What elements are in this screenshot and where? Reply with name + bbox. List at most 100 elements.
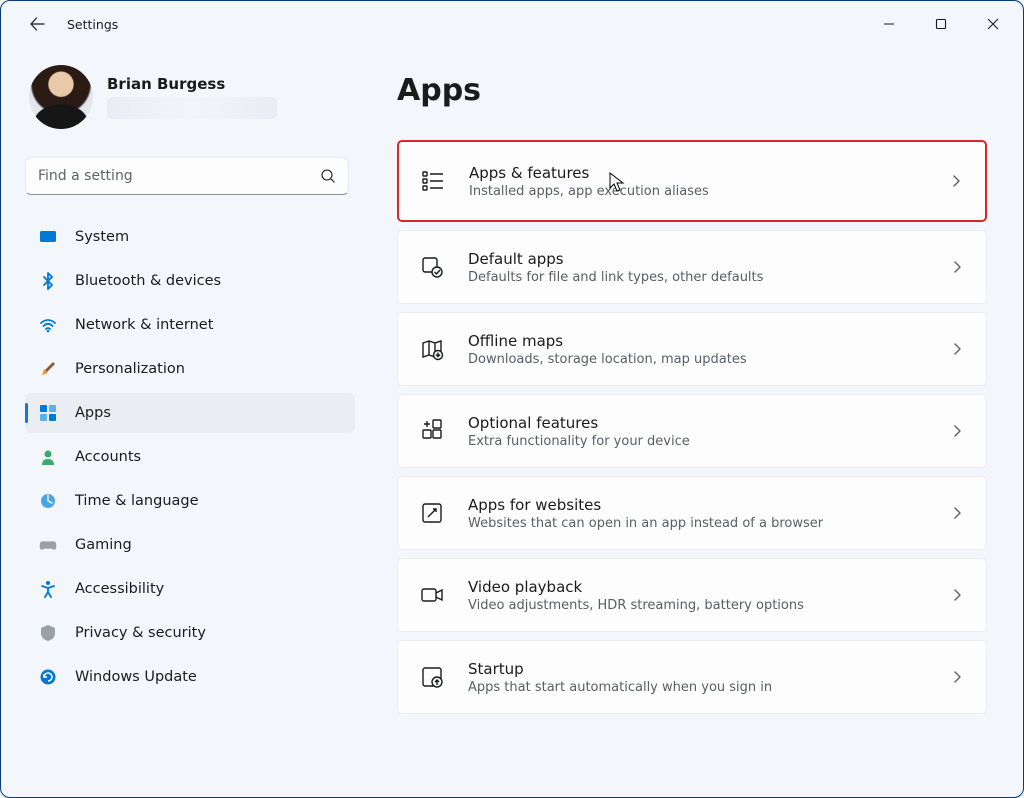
nav-item-time-language[interactable]: Time & language	[25, 481, 355, 521]
nav: System Bluetooth & devices Network & int…	[25, 217, 355, 697]
profile-block[interactable]: Brian Burgess	[25, 65, 349, 129]
chevron-right-icon	[950, 506, 964, 520]
card-sub: Defaults for file and link types, other …	[468, 270, 926, 285]
search-input[interactable]	[38, 168, 320, 184]
card-text: Optional features Extra functionality fo…	[468, 414, 926, 449]
card-title: Default apps	[468, 250, 926, 268]
bluetooth-icon	[39, 272, 57, 290]
close-button[interactable]	[967, 1, 1019, 47]
card-sub: Downloads, storage location, map updates	[468, 352, 926, 367]
card-text: Apps & features Installed apps, app exec…	[469, 164, 925, 199]
nav-item-label: System	[75, 229, 129, 245]
card-title: Apps for websites	[468, 496, 926, 514]
nav-item-label: Gaming	[75, 537, 132, 553]
chevron-right-icon	[949, 174, 963, 188]
nav-item-apps[interactable]: Apps	[25, 393, 355, 433]
card-sub: Apps that start automatically when you s…	[468, 680, 926, 695]
card-offline-maps[interactable]: Offline maps Downloads, storage location…	[397, 312, 987, 386]
profile-text: Brian Burgess	[107, 75, 277, 119]
card-sub: Websites that can open in an app instead…	[468, 516, 926, 531]
chevron-right-icon	[950, 424, 964, 438]
card-title: Video playback	[468, 578, 926, 596]
page-title: Apps	[397, 73, 987, 108]
nav-item-accessibility[interactable]: Accessibility	[25, 569, 355, 609]
apps-icon	[39, 404, 57, 422]
chevron-right-icon	[950, 670, 964, 684]
apps-websites-icon	[420, 501, 444, 525]
card-default-apps[interactable]: Default apps Defaults for file and link …	[397, 230, 987, 304]
nav-item-bluetooth[interactable]: Bluetooth & devices	[25, 261, 355, 301]
card-text: Offline maps Downloads, storage location…	[468, 332, 926, 367]
back-button[interactable]	[19, 6, 55, 42]
nav-item-label: Bluetooth & devices	[75, 273, 221, 289]
shield-icon	[39, 624, 57, 642]
map-icon	[420, 337, 444, 361]
nav-item-gaming[interactable]: Gaming	[25, 525, 355, 565]
card-text: Apps for websites Websites that can open…	[468, 496, 926, 531]
display-icon	[39, 228, 57, 246]
nav-item-privacy[interactable]: Privacy & security	[25, 613, 355, 653]
card-text: Default apps Defaults for file and link …	[468, 250, 926, 285]
default-apps-icon	[420, 255, 444, 279]
profile-email-placeholder	[107, 97, 277, 119]
optional-features-icon	[420, 419, 444, 443]
chevron-right-icon	[950, 342, 964, 356]
sidebar: Brian Burgess System Bluetooth & devices…	[1, 47, 361, 797]
card-sub: Installed apps, app execution aliases	[469, 184, 925, 199]
main-panel: Apps Apps & features Installed apps, app…	[361, 47, 1023, 797]
card-text: Startup Apps that start automatically wh…	[468, 660, 926, 695]
nav-item-personalization[interactable]: Personalization	[25, 349, 355, 389]
cards-list: Apps & features Installed apps, app exec…	[397, 140, 987, 714]
globe-clock-icon	[39, 492, 57, 510]
card-sub: Video adjustments, HDR streaming, batter…	[468, 598, 926, 613]
nav-item-label: Apps	[75, 405, 111, 421]
card-title: Optional features	[468, 414, 926, 432]
avatar	[29, 65, 93, 129]
card-apps-features[interactable]: Apps & features Installed apps, app exec…	[397, 140, 987, 222]
back-arrow-icon	[29, 16, 45, 32]
nav-item-accounts[interactable]: Accounts	[25, 437, 355, 477]
paintbrush-icon	[39, 360, 57, 378]
card-title: Startup	[468, 660, 926, 678]
minimize-button[interactable]	[863, 1, 915, 47]
nav-item-label: Privacy & security	[75, 625, 206, 641]
maximize-icon	[935, 18, 947, 30]
startup-icon	[420, 665, 444, 689]
search-box[interactable]	[25, 157, 349, 195]
nav-item-system[interactable]: System	[25, 217, 355, 257]
window-title: Settings	[67, 17, 118, 32]
accessibility-icon	[39, 580, 57, 598]
profile-name: Brian Burgess	[107, 75, 277, 93]
close-icon	[987, 18, 999, 30]
chevron-right-icon	[950, 260, 964, 274]
card-title: Offline maps	[468, 332, 926, 350]
card-apps-websites[interactable]: Apps for websites Websites that can open…	[397, 476, 987, 550]
card-video-playback[interactable]: Video playback Video adjustments, HDR st…	[397, 558, 987, 632]
nav-item-windows-update[interactable]: Windows Update	[25, 657, 355, 697]
minimize-icon	[883, 18, 895, 30]
nav-item-label: Network & internet	[75, 317, 213, 333]
card-startup[interactable]: Startup Apps that start automatically wh…	[397, 640, 987, 714]
person-icon	[39, 448, 57, 466]
card-sub: Extra functionality for your device	[468, 434, 926, 449]
update-icon	[39, 668, 57, 686]
content-area: Brian Burgess System Bluetooth & devices…	[1, 47, 1023, 797]
nav-item-label: Time & language	[75, 493, 199, 509]
nav-item-label: Accessibility	[75, 581, 164, 597]
card-optional-features[interactable]: Optional features Extra functionality fo…	[397, 394, 987, 468]
nav-item-label: Accounts	[75, 449, 141, 465]
maximize-button[interactable]	[915, 1, 967, 47]
list-icon	[421, 169, 445, 193]
nav-item-network[interactable]: Network & internet	[25, 305, 355, 345]
titlebar: Settings	[1, 1, 1023, 47]
wifi-icon	[39, 316, 57, 334]
nav-item-label: Windows Update	[75, 669, 197, 685]
chevron-right-icon	[950, 588, 964, 602]
search-icon	[320, 168, 336, 184]
gamepad-icon	[39, 536, 57, 554]
card-text: Video playback Video adjustments, HDR st…	[468, 578, 926, 613]
nav-item-label: Personalization	[75, 361, 185, 377]
card-title: Apps & features	[469, 164, 925, 182]
video-icon	[420, 583, 444, 607]
window-controls	[863, 1, 1019, 47]
